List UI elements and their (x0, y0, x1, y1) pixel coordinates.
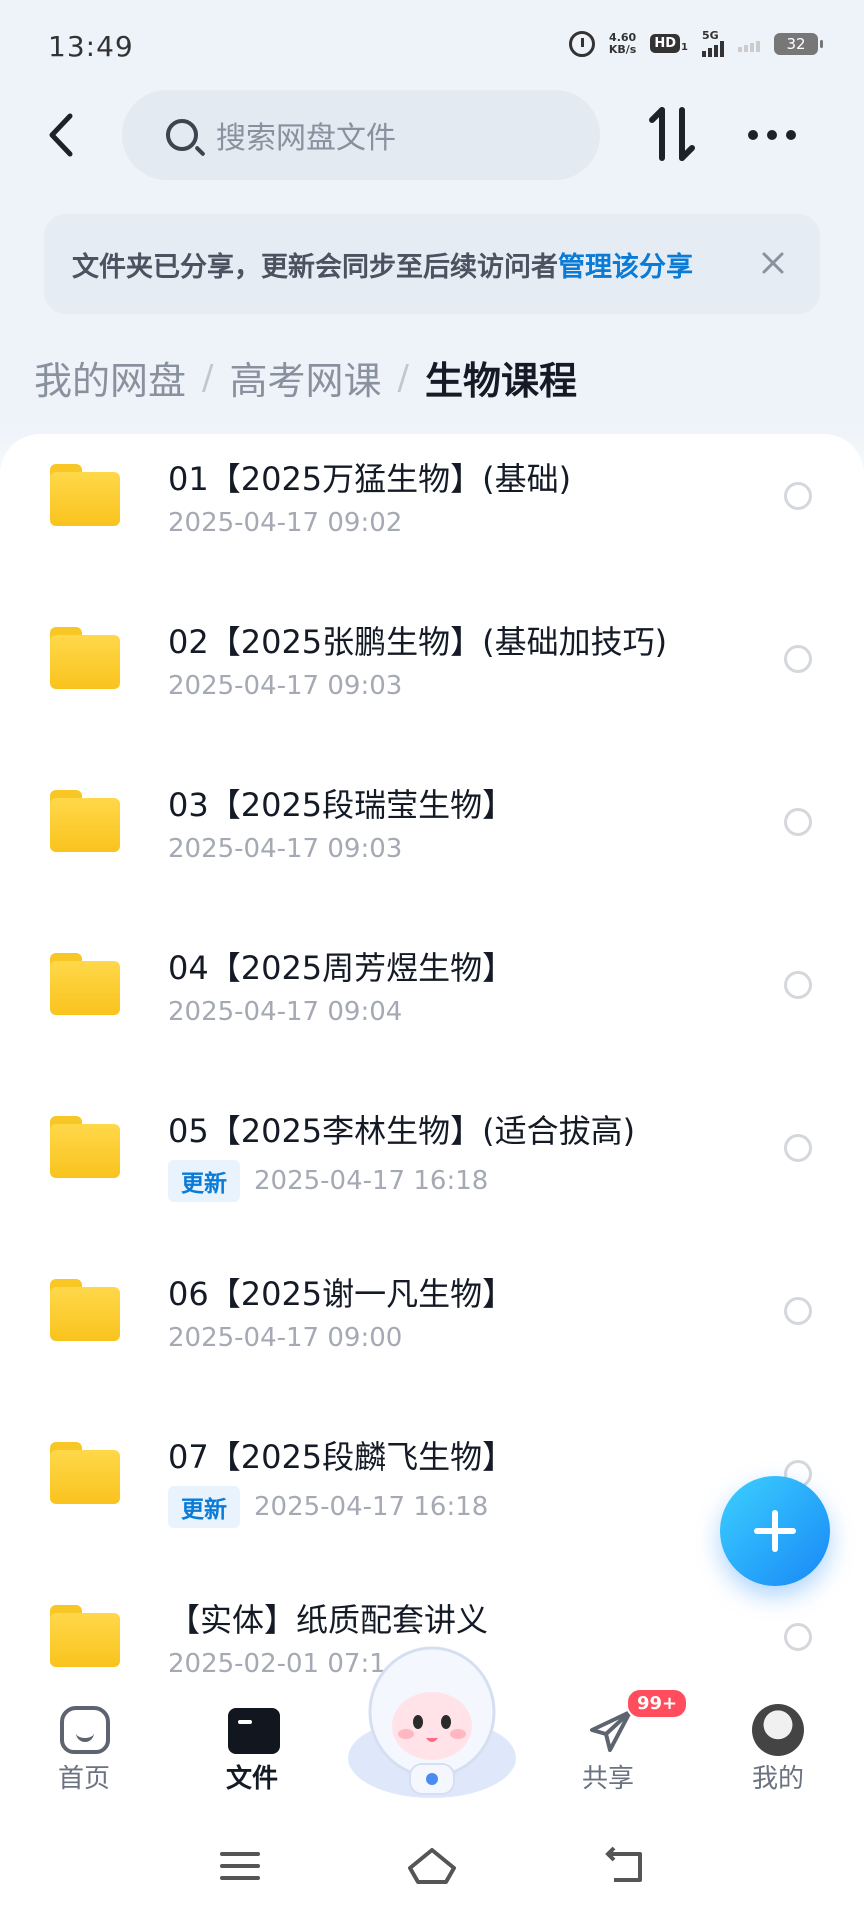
network-type: 5G (702, 29, 719, 42)
file-date: 2025-04-17 16:18 (254, 1166, 489, 1196)
file-date: 2025-04-17 16:18 (254, 1492, 489, 1522)
net-speed-unit: KB/s (608, 42, 637, 56)
select-radio[interactable] (784, 971, 812, 999)
file-name: 07【2025段麟飞生物】 (168, 1438, 515, 1476)
select-radio[interactable] (784, 645, 812, 673)
file-date: 2025-04-17 09:03 (168, 671, 403, 701)
folder-icon (50, 1442, 120, 1504)
folder-icon (50, 1116, 120, 1178)
file-meta: 2025-04-17 09:04 (168, 997, 402, 1027)
file-meta: 2025-04-17 09:00 (168, 1323, 402, 1353)
breadcrumb-current: 生物课程 (424, 359, 577, 403)
select-radio[interactable] (784, 1134, 812, 1162)
net-speed-value: 4.60 (609, 30, 637, 44)
share-notice: 文件夹已分享，更新会同步至后续访问者 管理该分享 (44, 214, 820, 314)
file-name: 【实体】纸质配套讲义 (168, 1601, 489, 1639)
tab-files-label: 文件 (225, 1764, 278, 1794)
file-name: 03【2025段瑞莹生物】 (168, 786, 515, 824)
file-date: 2025-04-17 09:03 (168, 834, 403, 864)
more-options-icon[interactable] (748, 130, 796, 140)
list-item[interactable]: 04【2025周芳煜生物】 2025-04-17 09:04 (0, 923, 864, 1086)
mascot-assistant-icon[interactable] (344, 1640, 520, 1800)
folder-icon (50, 1279, 120, 1341)
status-bar: 13:49 4.60 KB/s HD 1 5G 32 (0, 0, 864, 90)
file-date: 2025-04-17 09:02 (168, 508, 403, 538)
search-input[interactable]: 搜索网盘文件 (122, 90, 600, 180)
net-speed: 4.60 KB/s (608, 30, 637, 56)
hd-icon: HD (650, 34, 681, 53)
select-radio[interactable] (784, 482, 812, 510)
search-placeholder: 搜索网盘文件 (216, 121, 396, 156)
select-radio[interactable] (784, 1297, 812, 1325)
list-item[interactable]: 02【2025张鹏生物】(基础加技巧) 2025-04-17 09:03 (0, 597, 864, 760)
file-meta: 2025-04-17 09:03 (168, 834, 402, 864)
breadcrumb-separator: / (397, 357, 409, 398)
file-name: 01【2025万猛生物】(基础) (168, 460, 572, 498)
folder-icon (50, 464, 120, 526)
notice-text: 文件夹已分享，更新会同步至后续访问者 (72, 251, 558, 283)
folder-tab-icon (228, 1708, 280, 1754)
file-date: 2025-04-17 09:00 (168, 1323, 403, 1353)
file-name: 04【2025周芳煜生物】 (168, 949, 515, 987)
file-name: 02【2025张鹏生物】(基础加技巧) (168, 623, 668, 661)
tab-home[interactable]: 首页 (24, 1690, 144, 1800)
home-face-icon (60, 1706, 110, 1754)
top-bar: 搜索网盘文件 (0, 90, 864, 180)
file-meta: 2025-04-17 09:03 (168, 671, 402, 701)
avatar[interactable] (752, 1704, 804, 1756)
hd-indicator: HD 1 (650, 34, 688, 53)
list-item[interactable]: 01【2025万猛生物】(基础) 2025-04-17 09:02 (0, 434, 864, 597)
file-name: 05【2025李林生物】(适合拔高) (168, 1112, 636, 1150)
file-meta: 更新 2025-04-17 16:18 (168, 1486, 488, 1528)
sort-icon[interactable] (646, 104, 698, 164)
update-badge: 更新 (168, 1486, 240, 1528)
status-time: 13:49 (48, 30, 134, 63)
battery-icon: 32 (774, 32, 823, 55)
back-arrow-icon[interactable] (38, 110, 88, 160)
update-badge: 更新 (168, 1160, 240, 1202)
breadcrumb: 我的网盘 / 高考网课 / 生物课程 (34, 350, 577, 405)
search-icon (166, 119, 198, 151)
select-radio[interactable] (784, 808, 812, 836)
status-icons: 4.60 KB/s HD 1 5G 32 (568, 30, 823, 57)
select-radio[interactable] (784, 1623, 812, 1651)
folder-icon (50, 1605, 120, 1667)
cellular-signal-icon: 5G (702, 30, 724, 57)
hd-sub: 1 (681, 42, 688, 53)
recent-apps-icon[interactable] (220, 1852, 260, 1888)
breadcrumb-item-my-drive[interactable]: 我的网盘 (34, 350, 186, 405)
close-icon[interactable] (758, 248, 788, 278)
breadcrumb-separator: / (202, 357, 214, 398)
list-item[interactable]: 06【2025谢一凡生物】 2025-04-17 09:00 (0, 1249, 864, 1412)
file-meta: 2025-04-17 09:02 (168, 508, 402, 538)
folder-icon (50, 627, 120, 689)
share-count-badge: 99+ (626, 1688, 689, 1719)
breadcrumb-item-gaokao[interactable]: 高考网课 (229, 350, 381, 405)
file-date: 2025-04-17 09:04 (168, 997, 403, 1027)
list-item[interactable]: 03【2025段瑞莹生物】 2025-04-17 09:03 (0, 760, 864, 923)
back-icon[interactable] (602, 1846, 646, 1886)
file-name: 06【2025谢一凡生物】 (168, 1275, 515, 1313)
system-nav-bar (0, 1800, 864, 1920)
file-meta: 更新 2025-04-17 16:18 (168, 1160, 488, 1202)
add-button[interactable] (720, 1476, 830, 1586)
folder-icon (50, 790, 120, 852)
tab-home-label: 首页 (57, 1764, 110, 1794)
list-item[interactable]: 05【2025李林生物】(适合拔高) 更新 2025-04-17 16:18 (0, 1086, 864, 1249)
tab-share-label: 共享 (581, 1764, 634, 1794)
alarm-icon (568, 30, 595, 57)
tab-mine-label: 我的 (751, 1764, 804, 1794)
home-icon[interactable] (406, 1846, 458, 1886)
second-signal-icon (738, 36, 760, 52)
manage-share-link[interactable]: 管理该分享 (558, 245, 693, 284)
folder-icon (50, 953, 120, 1015)
tab-files[interactable]: 文件 (192, 1690, 312, 1800)
